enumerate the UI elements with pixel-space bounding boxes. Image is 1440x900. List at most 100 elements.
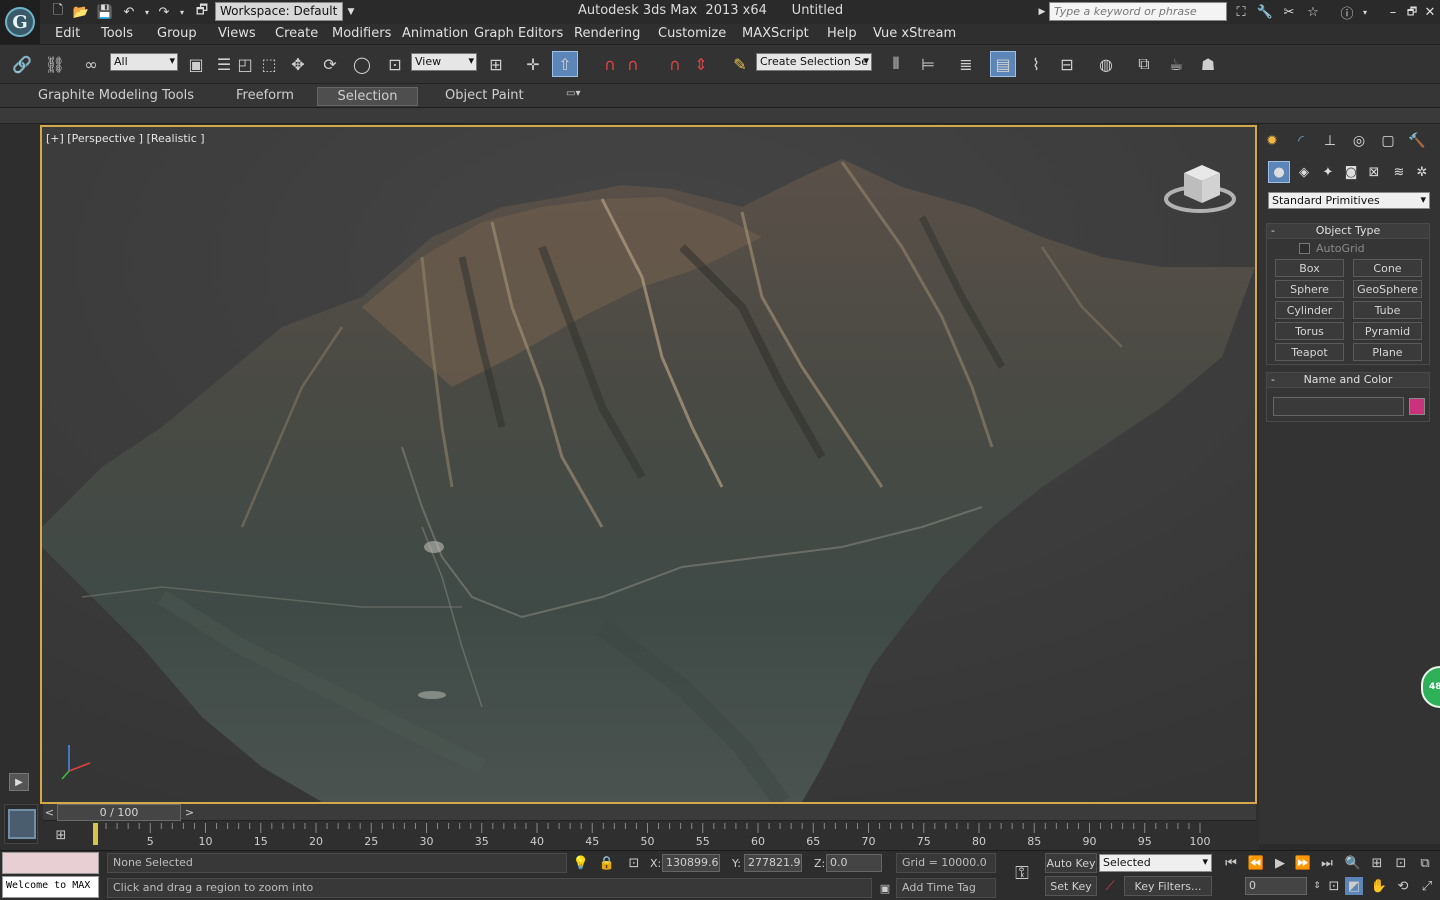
maximize-viewport-icon[interactable]: ⤢	[1418, 877, 1436, 895]
display-tab-icon[interactable]: ▢	[1376, 129, 1400, 153]
keyboard-shortcut-override-icon[interactable]: ⇧	[552, 51, 578, 77]
menu-edit[interactable]: Edit	[55, 26, 80, 41]
new-file-icon[interactable]: 🗋	[50, 3, 66, 21]
go-to-start-icon[interactable]: ⏮	[1222, 854, 1240, 872]
close-icon[interactable]: ✕	[1422, 3, 1438, 21]
timeline-ruler[interactable]: 5 10 15 20 25 30 35 40 45 50 55 60 65 70 75 80 85 90 95 100	[0, 821, 1259, 850]
previous-frame-icon[interactable]: <	[43, 805, 56, 820]
select-and-manipulate-icon[interactable]: ✛	[520, 51, 546, 77]
help-dropdown-icon[interactable]: ▾	[1360, 3, 1370, 21]
next-frame-button-icon[interactable]: ⏩	[1294, 854, 1312, 872]
window-crossing-icon[interactable]: ⬚	[256, 51, 282, 77]
helpers-icon[interactable]: ⊠	[1363, 161, 1385, 183]
render-production-icon[interactable]: ☗	[1195, 51, 1221, 77]
infocenter-search-input[interactable]: Type a keyword or phrase	[1049, 2, 1227, 21]
default-in-out-tangent-icon[interactable]: ⟋	[1101, 877, 1119, 895]
frame-spinner-icon[interactable]: ⇕	[1308, 877, 1326, 895]
maxscript-listener-output[interactable]: Welcome to MAX	[2, 876, 99, 898]
modify-tab-icon[interactable]: ◜	[1289, 129, 1313, 153]
menu-tools[interactable]: Tools	[101, 26, 133, 41]
menu-views[interactable]: Views	[218, 26, 256, 41]
layer-manager-icon[interactable]: ≣	[953, 51, 979, 77]
graphite-ribbon-toggle-icon[interactable]: ▤	[990, 51, 1016, 77]
key-mode-dropdown[interactable]: Selected	[1099, 854, 1212, 872]
menu-maxscript[interactable]: MAXScript	[742, 26, 809, 41]
autogrid-checkbox-box[interactable]	[1299, 243, 1310, 254]
expand-search-icon[interactable]: ▶	[1037, 3, 1047, 21]
maxscript-listener-input[interactable]	[2, 852, 99, 874]
next-frame-icon[interactable]: >	[183, 805, 196, 820]
time-configuration-icon[interactable]: ◩	[1345, 877, 1363, 895]
edit-named-selection-icon[interactable]: ✎	[727, 51, 753, 77]
collapse-rollout-icon[interactable]: -	[1271, 224, 1275, 237]
autogrid-checkbox[interactable]: AutoGrid	[1299, 242, 1365, 255]
box-button[interactable]: Box	[1275, 259, 1344, 277]
teapot-button[interactable]: Teapot	[1275, 343, 1344, 361]
go-to-end-icon[interactable]: ⏭	[1318, 854, 1336, 872]
menu-customize[interactable]: Customize	[658, 26, 726, 41]
menu-animation[interactable]: Animation	[402, 26, 468, 41]
select-and-squash-icon[interactable]: ⊡	[382, 51, 408, 77]
angle-snap-icon[interactable]: ∩	[620, 51, 646, 77]
menu-vue-xstream[interactable]: Vue xStream	[873, 26, 956, 41]
auto-key-button[interactable]: Auto Key	[1045, 853, 1097, 873]
menu-help[interactable]: Help	[827, 26, 857, 41]
tab-object-paint[interactable]: Object Paint	[437, 87, 532, 106]
render-setup-icon[interactable]: ⧉	[1131, 51, 1157, 77]
set-key-big-icon[interactable]: ⚿	[1008, 862, 1036, 884]
select-object-icon[interactable]: ▣	[183, 51, 209, 77]
mirror-icon[interactable]: ⫴	[883, 51, 909, 77]
geosphere-button[interactable]: GeoSphere	[1353, 280, 1422, 298]
curve-editor-icon[interactable]: ⌇	[1023, 51, 1049, 77]
bind-to-space-warp-icon[interactable]: ∞	[78, 51, 104, 77]
name-and-color-rollout-header[interactable]: - Name and Color	[1267, 373, 1429, 388]
select-and-scale-icon[interactable]: ◯	[349, 51, 375, 77]
create-tab-icon[interactable]: ✹	[1260, 129, 1284, 153]
application-button[interactable]: G	[0, 0, 40, 44]
selection-lock-icon[interactable]: 🔒	[598, 854, 616, 872]
key-mode-toggle-icon[interactable]: ⊡	[1325, 877, 1343, 895]
add-time-tag-button[interactable]: Add Time Tag	[896, 878, 996, 898]
save-icon[interactable]: 💾	[97, 3, 113, 21]
primitive-category-dropdown[interactable]: Standard Primitives	[1268, 192, 1430, 209]
communication-center-icon[interactable]: ✂	[1280, 3, 1298, 21]
redo-icon[interactable]: ↷	[156, 3, 172, 21]
menu-group[interactable]: Group	[157, 26, 197, 41]
select-and-link-icon[interactable]: 🔗	[9, 51, 35, 77]
named-selection-sets-dropdown[interactable]: Create Selection Se	[756, 53, 872, 71]
undo-dropdown-icon[interactable]: ▾	[142, 3, 152, 21]
set-key-button[interactable]: Set Key	[1045, 876, 1097, 896]
cylinder-button[interactable]: Cylinder	[1275, 301, 1344, 319]
favorites-star-icon[interactable]: ☆	[1304, 3, 1322, 21]
subscription-key-icon[interactable]: 🔧	[1256, 3, 1274, 21]
tab-selection[interactable]: Selection	[317, 87, 418, 106]
previous-frame-button-icon[interactable]: ⏪	[1247, 854, 1265, 872]
space-warps-icon[interactable]: ≋	[1388, 161, 1410, 183]
systems-icon[interactable]: ✲	[1411, 161, 1433, 183]
material-editor-icon[interactable]: ◍	[1093, 51, 1119, 77]
restore-icon[interactable]: 🗗	[1404, 3, 1420, 21]
collapse-rollout-icon[interactable]: -	[1271, 373, 1275, 386]
tube-button[interactable]: Tube	[1353, 301, 1422, 319]
selection-filter-dropdown[interactable]: All	[110, 53, 178, 71]
open-file-icon[interactable]: 📂	[72, 3, 90, 21]
orbit-icon[interactable]: ⟲	[1394, 877, 1412, 895]
zoom-icon[interactable]: 🔍	[1344, 854, 1362, 872]
plane-button[interactable]: Plane	[1353, 343, 1422, 361]
torus-button[interactable]: Torus	[1275, 322, 1344, 340]
object-color-swatch[interactable]	[1409, 398, 1425, 415]
selection-region-icon[interactable]: ◰	[232, 51, 258, 77]
viewcube-icon[interactable]	[1162, 159, 1242, 219]
timeline-current-frame-marker[interactable]	[93, 823, 98, 845]
shapes-icon[interactable]: ◈	[1293, 161, 1315, 183]
zoom-all-icon[interactable]: ⊞	[1368, 854, 1386, 872]
use-pivot-point-icon[interactable]: ⊞	[483, 51, 509, 77]
time-slider-track[interactable]	[43, 804, 1256, 821]
pan-view-icon[interactable]: ✋	[1370, 877, 1388, 895]
search-binoculars-icon[interactable]: ⛶	[1232, 3, 1250, 21]
tab-freeform[interactable]: Freeform	[228, 87, 302, 106]
cone-button[interactable]: Cone	[1353, 259, 1422, 277]
object-type-rollout-header[interactable]: - Object Type	[1267, 224, 1429, 239]
workspace-selector[interactable]: Workspace: Default	[215, 2, 343, 21]
zoom-extents-all-icon[interactable]: ⧉	[1416, 854, 1434, 872]
